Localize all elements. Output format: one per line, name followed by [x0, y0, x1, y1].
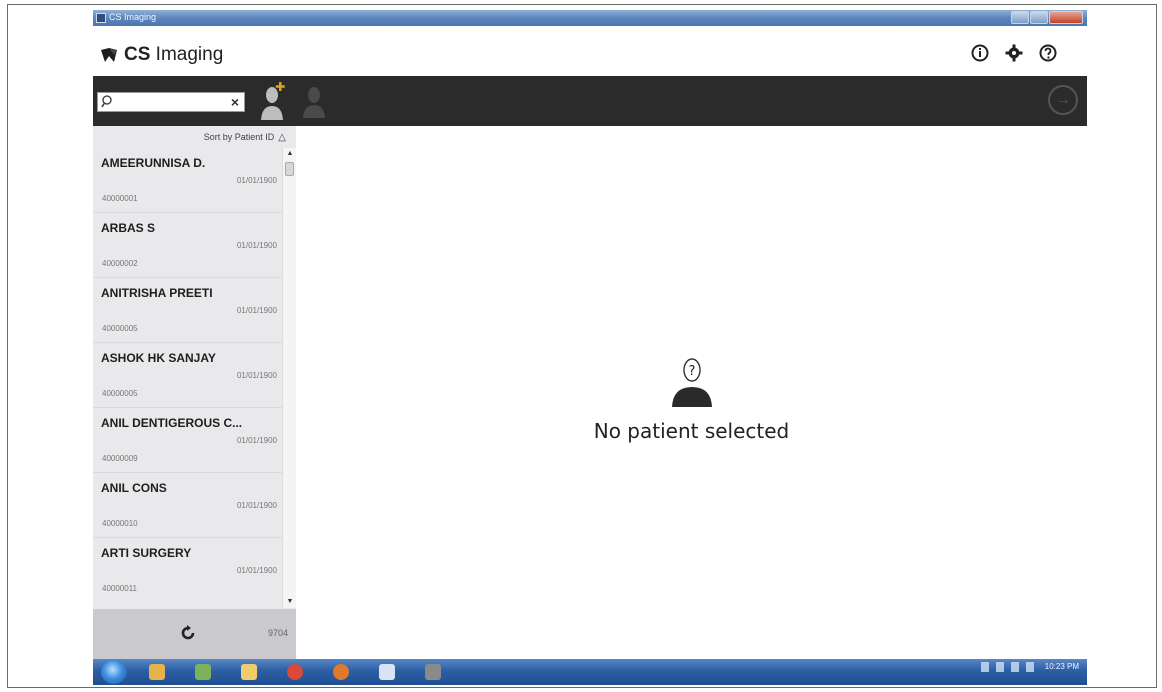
patient-avatar-icon — [302, 84, 326, 123]
patient-name: ARTI SURGERY — [101, 546, 192, 560]
info-icon[interactable] — [971, 44, 989, 62]
taskbar-app-firefox[interactable] — [321, 661, 361, 683]
refresh-icon[interactable] — [179, 624, 197, 642]
imaging-app-icon — [425, 664, 441, 680]
network-icon[interactable] — [980, 662, 989, 672]
scroll-down-icon[interactable]: ▼ — [286, 598, 294, 606]
media-icon — [149, 664, 165, 680]
patient-id: 40000001 — [102, 194, 138, 203]
window-titlebar: CS Imaging — [93, 10, 1087, 26]
document-icon — [379, 664, 395, 680]
list-item[interactable]: ASHOK HK SANJAY 01/01/1900 40000005 — [93, 343, 282, 408]
patient-dob: 01/01/1900 — [236, 371, 277, 380]
scroll-thumb[interactable] — [285, 162, 294, 176]
patient-name: AMEERUNNISA D. — [101, 156, 206, 170]
sort-control[interactable]: Sort by Patient ID △ — [93, 126, 296, 148]
taskbar: 10:23 PM — [93, 659, 1087, 685]
system-tray: 10:23 PM — [980, 662, 1079, 672]
patient-id: 40000010 — [102, 519, 138, 528]
taskbar-app-document[interactable] — [367, 661, 407, 683]
search-input[interactable] — [114, 94, 224, 110]
add-patient-icon[interactable] — [261, 80, 287, 120]
clear-search-icon[interactable]: × — [231, 94, 239, 110]
list-item[interactable]: ANIL DENTIGEROUS C... 01/01/1900 4000000… — [93, 408, 282, 473]
patient-dob: 01/01/1900 — [236, 306, 277, 315]
patient-dob: 01/01/1900 — [236, 501, 277, 510]
maximize-button[interactable] — [1030, 11, 1048, 24]
paint-icon — [195, 664, 211, 680]
header-toolbar — [971, 44, 1057, 62]
volume-icon[interactable] — [995, 662, 1004, 672]
patient-sidebar: × Sort by Patient ID △ AMEERUNNISA D. 01/… — [93, 76, 296, 659]
taskbar-app-paint[interactable] — [183, 661, 223, 683]
patient-id: 40000002 — [102, 259, 138, 268]
gear-icon[interactable] — [1005, 44, 1023, 62]
list-item[interactable]: ANITRISHA PREETI 01/01/1900 40000005 — [93, 278, 282, 343]
list-item[interactable]: ARTI SURGERY 01/01/1900 40000011 — [93, 538, 282, 598]
patient-name: ARBAS S — [101, 221, 156, 235]
chrome-icon — [287, 664, 303, 680]
list-item[interactable]: AMEERUNNISA D. 01/01/1900 40000001 — [93, 148, 282, 213]
app-logo: CS Imaging — [100, 44, 223, 66]
patient-name: ANITRISHA PREETI — [101, 286, 213, 300]
patient-toolbar: → — [296, 76, 1087, 126]
taskbar-app-imaging[interactable] — [413, 661, 453, 683]
window-title: CS Imaging — [109, 12, 157, 22]
sidebar-footer: 9704 — [93, 609, 296, 659]
taskbar-app-media[interactable] — [137, 661, 177, 683]
scroll-up-icon[interactable]: ▲ — [286, 150, 294, 158]
patient-id: 40000005 — [102, 324, 138, 333]
list-item[interactable]: ARBAS S 01/01/1900 40000002 — [93, 213, 282, 278]
search-box: × — [97, 92, 245, 112]
clock[interactable]: 10:23 PM — [1045, 662, 1079, 672]
firefox-icon — [333, 664, 349, 680]
power-icon[interactable] — [1025, 662, 1034, 672]
sort-ascending-icon: △ — [278, 132, 286, 143]
patient-id: 40000005 — [102, 389, 138, 398]
window-controls — [1011, 11, 1083, 24]
main-content: ? No patient selected — [296, 126, 1087, 659]
patient-id: 40000011 — [102, 584, 137, 593]
sort-label: Sort by Patient ID — [203, 132, 275, 142]
patient-dob: 01/01/1900 — [236, 176, 277, 185]
patient-name: ASHOK HK SANJAY — [101, 351, 216, 365]
patient-list: AMEERUNNISA D. 01/01/1900 40000001 ARBAS… — [93, 148, 282, 598]
patient-name: ANIL CONS — [101, 481, 167, 495]
patient-name: ANIL DENTIGEROUS C... — [101, 416, 243, 430]
start-button[interactable] — [101, 660, 127, 684]
taskbar-app-explorer[interactable] — [229, 661, 269, 683]
flag-icon[interactable] — [1010, 662, 1019, 672]
patient-id: 40000009 — [102, 454, 138, 463]
app-header: CS Imaging — [93, 26, 1087, 76]
patient-dob: 01/01/1900 — [236, 436, 277, 445]
patient-dob: 01/01/1900 — [236, 566, 277, 575]
list-item[interactable]: ANIL CONS 01/01/1900 40000010 — [93, 473, 282, 538]
app-name: CS Imaging — [124, 44, 224, 65]
unknown-patient-icon: ? — [667, 353, 717, 407]
folder-icon — [241, 664, 257, 680]
patient-list-scrollbar[interactable]: ▲ ▼ — [282, 148, 296, 608]
svg-text:?: ? — [688, 364, 695, 379]
help-icon[interactable] — [1039, 44, 1057, 62]
taskbar-app-chrome[interactable] — [275, 661, 315, 683]
close-button[interactable] — [1049, 11, 1083, 24]
patient-count: 9704 — [267, 628, 288, 638]
app-window-icon — [96, 13, 106, 23]
no-patient-message: No patient selected — [593, 419, 790, 443]
patient-dob: 01/01/1900 — [236, 241, 277, 250]
search-bar: × — [93, 76, 296, 126]
tooth-logo-icon — [100, 46, 118, 64]
empty-state: ? No patient selected — [296, 353, 1087, 443]
search-icon — [101, 95, 112, 114]
minimize-button[interactable] — [1011, 11, 1029, 24]
next-arrow-icon[interactable]: → — [1048, 85, 1078, 115]
